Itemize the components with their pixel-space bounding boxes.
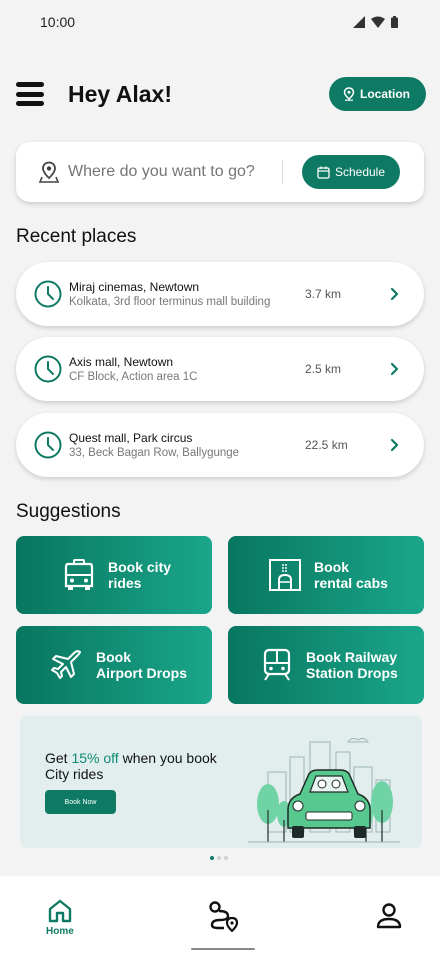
home-icon	[48, 899, 72, 923]
nav-home[interactable]: Home	[46, 898, 74, 937]
place-name: Miraj cinemas, Newtown	[69, 280, 200, 294]
place-address: Kolkata, 3rd floor terminus mall buildin…	[69, 296, 271, 308]
place-name: Axis mall, Newtown	[69, 355, 174, 369]
suggestion-label: Book rental cabs	[314, 559, 388, 591]
place-address: CF Block, Action area 1C	[69, 371, 198, 383]
header: Hey Alax! Location	[16, 76, 426, 112]
book-rental-cabs-button[interactable]: Book rental cabs	[228, 536, 424, 614]
status-icons	[353, 16, 398, 28]
airplane-icon	[51, 650, 81, 679]
status-bar: 10:00	[0, 0, 440, 44]
suggestions-title: Suggestions	[16, 501, 121, 522]
map-pin-icon	[38, 161, 60, 183]
chevron-right-icon	[390, 287, 399, 301]
recent-places-title: Recent places	[16, 226, 137, 247]
home-indicator	[191, 948, 255, 950]
location-label: Location	[360, 87, 410, 101]
car-city-illustration	[248, 737, 400, 843]
nav-routes[interactable]	[206, 900, 240, 932]
profile-icon	[376, 903, 402, 929]
search-input[interactable]	[68, 163, 268, 181]
suggestion-label: Book Airport Drops	[96, 649, 187, 681]
nav-home-label: Home	[46, 926, 74, 937]
menu-icon[interactable]	[16, 82, 44, 106]
clock-icon	[34, 355, 62, 383]
greeting: Hey Alax!	[68, 80, 172, 107]
place-address: 33, Beck Bagan Row, Ballygunge	[69, 447, 240, 459]
nav-profile[interactable]	[375, 902, 403, 930]
book-airport-drops-button[interactable]: Book Airport Drops	[16, 626, 212, 704]
promo-banner[interactable]: Get 15% off when you book City rides Boo…	[20, 716, 422, 848]
place-distance: 2.5 km	[305, 362, 342, 376]
location-button[interactable]: Location	[329, 77, 426, 111]
taxi-icon	[64, 559, 94, 590]
location-pin-icon	[343, 87, 355, 101]
search-divider	[282, 160, 283, 184]
place-text: Quest mall, Park circus 33, Beck Bagan R…	[69, 431, 291, 459]
promo-text: Get 15% off when you book City rides	[45, 750, 235, 782]
battery-icon	[391, 16, 398, 28]
recent-place-item[interactable]: Quest mall, Park circus 33, Beck Bagan R…	[16, 413, 424, 477]
building-icon	[269, 559, 301, 591]
search-card: Schedule	[16, 142, 424, 202]
recent-place-item[interactable]: Axis mall, Newtown CF Block, Action area…	[16, 337, 424, 401]
place-text: Axis mall, Newtown CF Block, Action area…	[69, 355, 291, 383]
carousel-dot[interactable]	[224, 856, 228, 860]
carousel-dot[interactable]	[210, 856, 214, 860]
status-time: 10:00	[40, 14, 76, 30]
chevron-right-icon	[390, 362, 399, 376]
carousel-dot[interactable]	[217, 856, 221, 860]
promo-highlight: 15% off	[71, 750, 119, 766]
schedule-button[interactable]: Schedule	[302, 155, 400, 189]
calendar-icon	[317, 166, 330, 179]
wifi-icon	[371, 16, 385, 28]
route-icon	[209, 901, 239, 932]
schedule-label: Schedule	[334, 165, 386, 179]
train-icon	[263, 648, 291, 681]
place-text: Miraj cinemas, Newtown Kolkata, 3rd floo…	[69, 280, 291, 308]
signal-icon	[353, 16, 365, 28]
promo-text-before: Get	[45, 750, 72, 766]
book-now-button[interactable]: Book Now	[45, 790, 116, 814]
book-railway-station-drops-button[interactable]: Book Railway Station Drops	[228, 626, 424, 704]
place-distance: 3.7 km	[305, 287, 342, 301]
recent-place-item[interactable]: Miraj cinemas, Newtown Kolkata, 3rd floo…	[16, 262, 424, 326]
bottom-navigation: Home	[0, 876, 440, 956]
suggestion-label: Book Railway Station Drops	[306, 649, 398, 681]
book-city-rides-button[interactable]: Book city rides	[16, 536, 212, 614]
place-distance: 22.5 km	[305, 438, 348, 452]
chevron-right-icon	[390, 438, 399, 452]
carousel-dots	[210, 856, 228, 860]
suggestion-label: Book city rides	[108, 559, 172, 591]
place-name: Quest mall, Park circus	[69, 431, 193, 445]
clock-icon	[34, 280, 62, 308]
clock-icon	[34, 431, 62, 459]
